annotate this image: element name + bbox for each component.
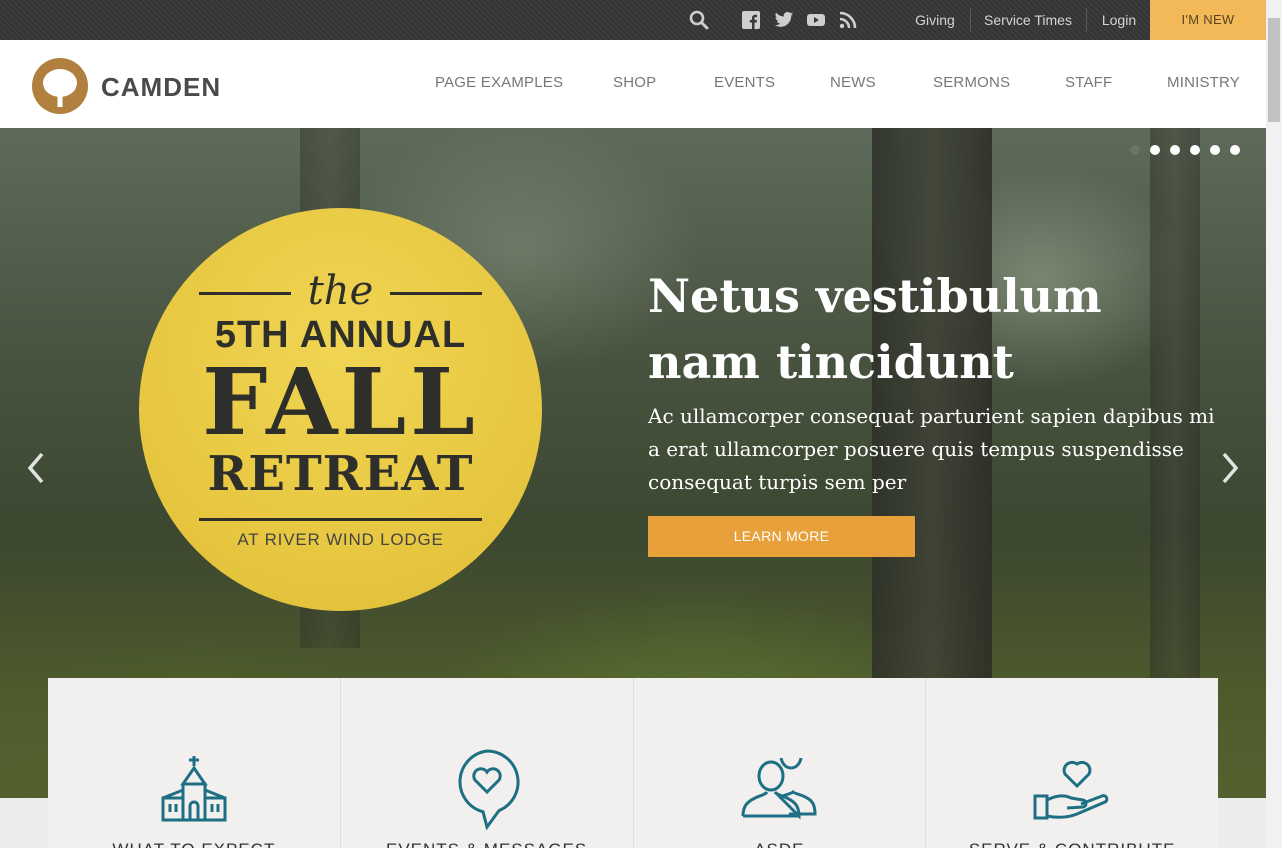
hero-title: Netus vestibulum nam tincidunt	[648, 269, 1102, 389]
feature-boxes: WHAT TO EXPECT EVENTS & MESSAGES ASDE	[48, 678, 1218, 848]
nav-ministry[interactable]: MINISTRY	[1167, 74, 1240, 91]
feature-label: SERVE & CONTRIBUTE	[926, 840, 1218, 848]
youtube-icon[interactable]	[806, 10, 826, 30]
event-badge[interactable]: the 5TH ANNUAL FALL RETREAT AT RIVER WIN…	[139, 208, 542, 611]
site-header: CAMDEN PAGE EXAMPLES SHOP EVENTS NEWS SE…	[0, 40, 1266, 128]
camden-logo-icon[interactable]	[32, 58, 88, 114]
nav-sermons[interactable]: SERMONS	[933, 74, 1010, 91]
badge-lodge: AT RIVER WIND LODGE	[237, 530, 444, 549]
login-link[interactable]: Login	[1094, 0, 1144, 40]
top-bar: Giving Service Times Login I'M NEW	[0, 0, 1266, 40]
feature-label: EVENTS & MESSAGES	[341, 840, 633, 848]
im-new-button[interactable]: I'M NEW	[1150, 0, 1266, 40]
nav-shop[interactable]: SHOP	[613, 74, 656, 91]
slider-dot[interactable]	[1130, 145, 1140, 155]
slider-dot[interactable]	[1190, 145, 1200, 155]
nav-staff[interactable]: STAFF	[1065, 74, 1112, 91]
feature-asde[interactable]: ASDE	[634, 678, 927, 848]
slider-dots	[1120, 142, 1240, 160]
feature-serve-contribute[interactable]: SERVE & CONTRIBUTE	[926, 678, 1218, 848]
badge-rule	[199, 518, 482, 521]
badge-fall: FALL	[202, 348, 479, 456]
scrollbar-thumb[interactable]	[1268, 18, 1280, 122]
slider-dot[interactable]	[1150, 145, 1160, 155]
divider	[970, 8, 971, 32]
slider-dot[interactable]	[1170, 145, 1180, 155]
search-icon[interactable]	[689, 10, 709, 30]
feature-label: WHAT TO EXPECT	[48, 840, 340, 848]
heart-chat-icon	[458, 749, 520, 830]
badge-the: the	[307, 268, 374, 314]
badge-retreat: RETREAT	[207, 446, 474, 502]
people-icon	[741, 758, 817, 820]
next-arrow-icon[interactable]	[1218, 448, 1242, 488]
feature-what-to-expect[interactable]: WHAT TO EXPECT	[48, 678, 341, 848]
tree-icon	[43, 69, 77, 107]
facebook-icon[interactable]	[742, 11, 760, 29]
feature-events-messages[interactable]: EVENTS & MESSAGES	[341, 678, 634, 848]
slider-dot[interactable]	[1210, 145, 1220, 155]
hero-text: Ac ullamcorper consequat parturient sapi…	[648, 404, 1215, 494]
feature-label: ASDE	[634, 840, 926, 848]
divider	[1086, 8, 1087, 32]
brand-name[interactable]: CAMDEN	[101, 72, 221, 103]
nav-page-examples[interactable]: PAGE EXAMPLES	[435, 74, 563, 91]
twitter-icon[interactable]	[774, 10, 794, 30]
heart-hand-icon	[1033, 760, 1109, 820]
nav-news[interactable]: NEWS	[830, 74, 876, 91]
slider-dot[interactable]	[1230, 145, 1240, 155]
giving-link[interactable]: Giving	[906, 0, 964, 40]
nav-events[interactable]: EVENTS	[714, 74, 775, 91]
learn-more-button[interactable]: LEARN MORE	[648, 516, 915, 557]
prev-arrow-icon[interactable]	[24, 448, 48, 488]
church-icon	[161, 756, 227, 822]
page-scrollbar[interactable]	[1266, 0, 1282, 848]
service-times-link[interactable]: Service Times	[978, 0, 1078, 40]
rss-icon[interactable]	[838, 10, 858, 30]
